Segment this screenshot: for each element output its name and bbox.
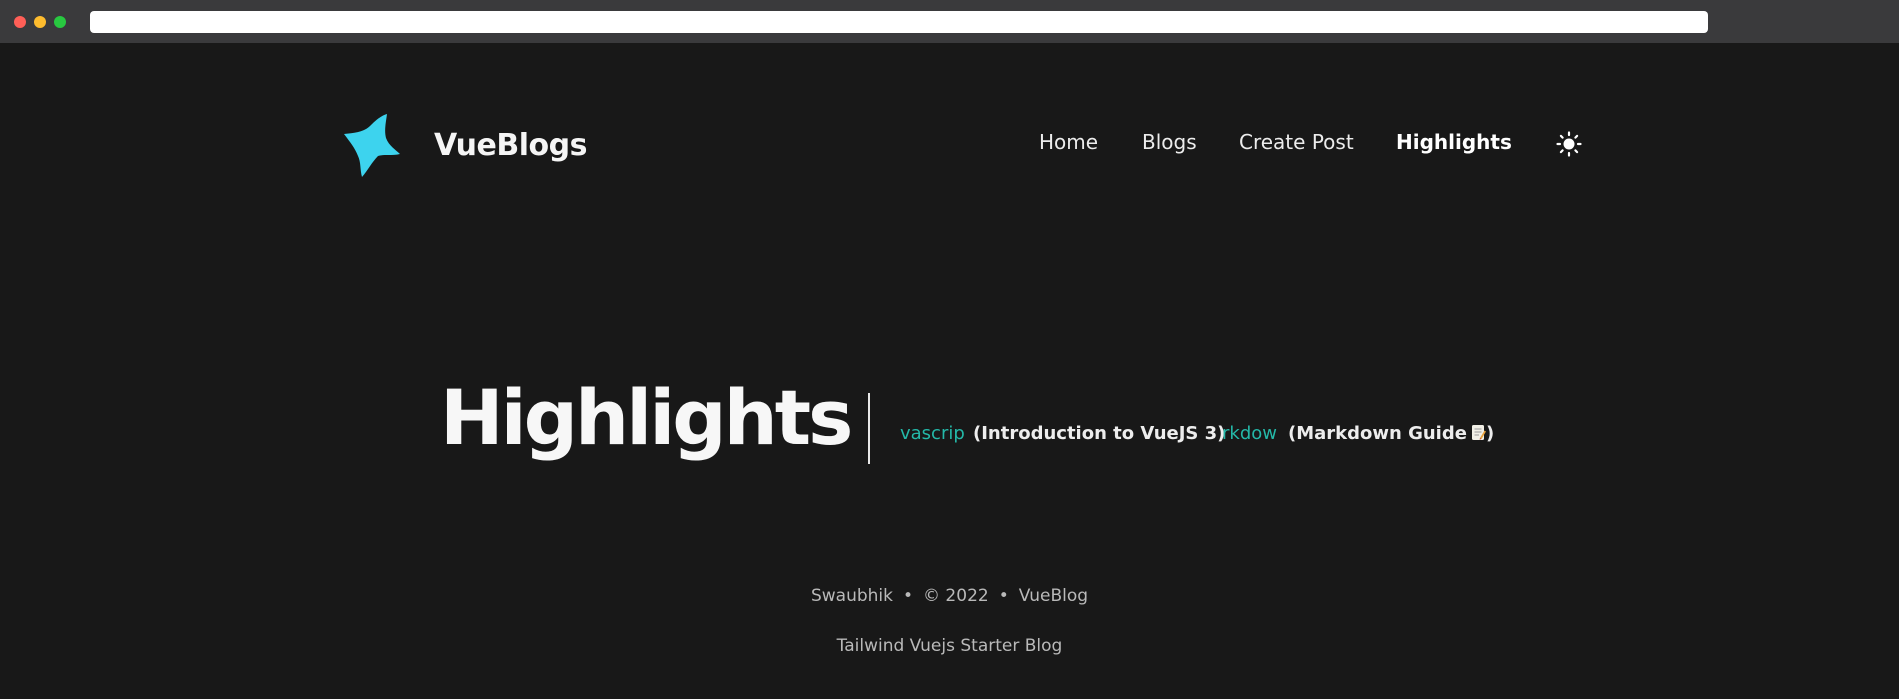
footer-author[interactable]: Swaubhik bbox=[811, 586, 893, 606]
theme-toggle-button[interactable] bbox=[1555, 130, 1583, 158]
footer-site[interactable]: VueBlog bbox=[1019, 586, 1088, 606]
address-bar[interactable] bbox=[90, 11, 1708, 33]
nav-blogs[interactable]: Blogs bbox=[1142, 130, 1197, 154]
nav-highlights[interactable]: Highlights bbox=[1396, 130, 1512, 154]
sun-icon bbox=[1556, 131, 1582, 157]
close-window-button[interactable] bbox=[14, 16, 26, 28]
sparkle-star-icon[interactable] bbox=[340, 112, 402, 180]
memo-icon bbox=[1471, 425, 1486, 440]
highlight-link-2[interactable]: rkdow bbox=[1222, 423, 1277, 444]
page-title: Highlights bbox=[440, 373, 853, 462]
highlight-title-2: (Markdown Guide ) bbox=[1288, 423, 1494, 444]
highlight-link-1[interactable]: vascrip bbox=[900, 423, 965, 444]
footer-separator: • bbox=[903, 586, 914, 606]
footer-copyright: © 2022 bbox=[923, 586, 989, 606]
minimize-window-button[interactable] bbox=[34, 16, 46, 28]
footer-meta: Swaubhik • © 2022 • VueBlog bbox=[0, 586, 1899, 606]
title-divider bbox=[868, 393, 870, 464]
browser-toolbar bbox=[0, 0, 1899, 43]
highlight-title-2-text: (Markdown Guide bbox=[1288, 423, 1467, 444]
site-brand[interactable]: VueBlogs bbox=[434, 128, 587, 163]
maximize-window-button[interactable] bbox=[54, 16, 66, 28]
footer-tagline: Tailwind Vuejs Starter Blog bbox=[836, 636, 1063, 656]
nav-home[interactable]: Home bbox=[1039, 130, 1098, 154]
highlight-title-1: (Introduction to VueJS 3) bbox=[973, 423, 1226, 444]
footer-separator: • bbox=[998, 586, 1009, 606]
nav-create-post[interactable]: Create Post bbox=[1239, 130, 1354, 154]
highlight-title-2-suffix: ) bbox=[1485, 423, 1495, 444]
